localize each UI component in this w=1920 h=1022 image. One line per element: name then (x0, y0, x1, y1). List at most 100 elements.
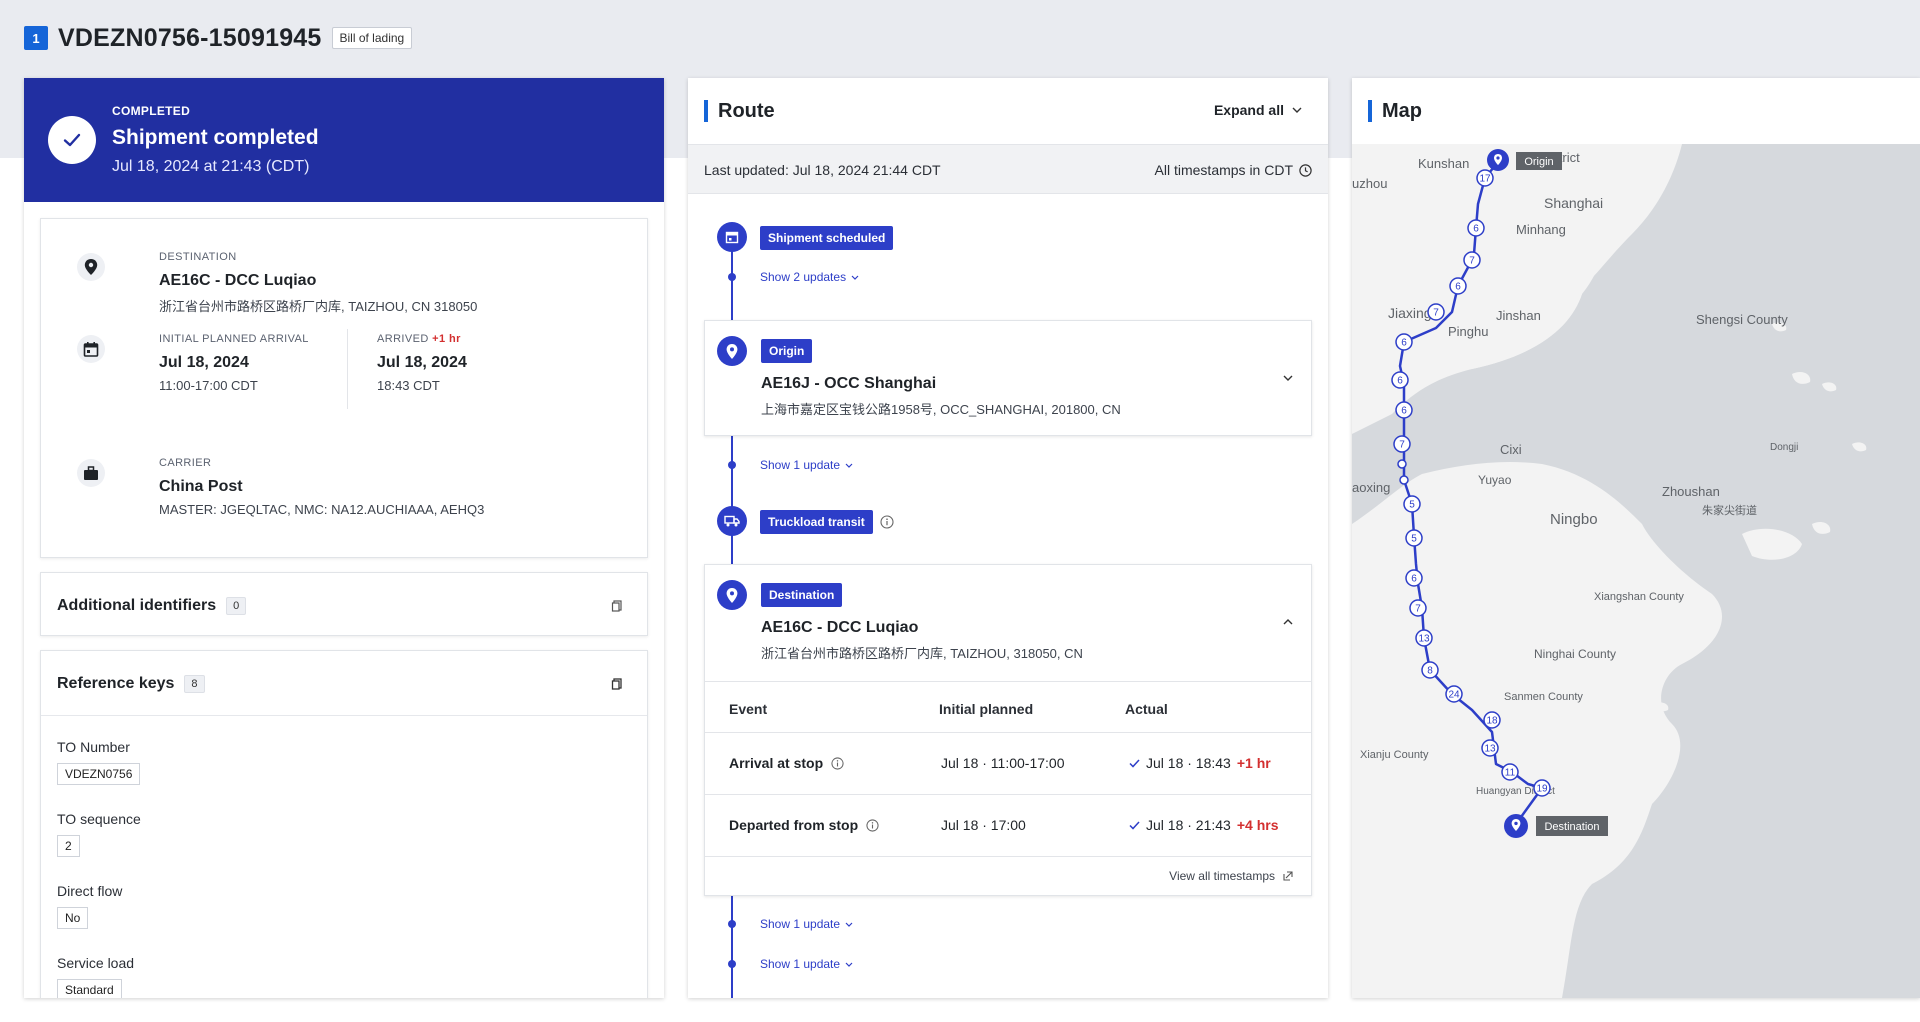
map-panel: Map Kunshan District uzhou (1352, 78, 1920, 998)
planned-arrival-window: 11:00-17:00 CDT (159, 378, 258, 393)
planned-arrival-date: Jul 18, 2024 (159, 354, 249, 371)
chevron-up-icon[interactable] (1283, 619, 1293, 625)
route-marker[interactable]: 5 (1405, 529, 1423, 547)
svg-text:6: 6 (1401, 406, 1407, 417)
info-icon[interactable] (880, 515, 894, 534)
place-label: Ningbo (1550, 511, 1598, 528)
svg-text:18: 18 (1486, 716, 1498, 727)
route-marker[interactable]: 7 (1427, 303, 1445, 321)
place-label: Xiangshan County (1594, 591, 1684, 603)
planned-arrival-label: INITIAL PLANNED ARRIVAL (159, 333, 309, 345)
destination-stop-address: 浙江省台州市路桥区路桥厂内库, TAIZHOU, 318050, CN (761, 646, 1083, 661)
info-icon[interactable] (831, 756, 844, 770)
map-canvas[interactable]: Kunshan District uzhou Shanghai Minhang … (1352, 144, 1920, 998)
shipment-index-badge: 1 (24, 26, 48, 50)
arrived-time: 18:43 CDT (377, 378, 440, 393)
map-title: Map (1368, 100, 1422, 122)
route-marker[interactable]: 6 (1449, 277, 1467, 295)
route-marker[interactable]: 11 (1501, 763, 1519, 781)
external-link-icon (1283, 871, 1293, 881)
place-label: uzhou (1352, 176, 1387, 191)
event-name: Arrival at stop (729, 755, 844, 771)
place-label: Shengsi County (1696, 312, 1788, 327)
reference-key-name: TO Number (57, 739, 130, 755)
route-marker[interactable]: 6 (1395, 401, 1413, 419)
reference-key-item: TO sequence 2 (57, 811, 141, 857)
truck-icon (717, 506, 747, 536)
show-updates-link[interactable]: Show 1 update (760, 957, 853, 971)
shipment-header: 1 VDEZN0756-15091945 Bill of lading (24, 22, 413, 54)
col-actual: Actual (1125, 701, 1168, 717)
reference-keys-count-badge: 8 (184, 675, 205, 693)
copy-icon[interactable] (611, 599, 623, 617)
origin-pin[interactable] (1487, 149, 1509, 171)
route-marker[interactable]: 6 (1395, 333, 1413, 351)
expand-all-button[interactable]: Expand all (1214, 102, 1302, 118)
show-updates-link[interactable]: Show 1 update (760, 458, 853, 472)
route-marker[interactable]: 17 (1476, 169, 1494, 187)
check-circle-icon (48, 116, 96, 164)
place-label: Dongji (1770, 442, 1798, 453)
svg-text:Destination: Destination (1544, 821, 1599, 833)
reference-keys-card: Reference keys 8 TO Number VDEZN0756 TO … (40, 650, 648, 998)
route-marker[interactable]: 7 (1463, 251, 1481, 269)
route-marker[interactable]: 13 (1481, 739, 1499, 757)
svg-text:7: 7 (1469, 256, 1475, 267)
route-marker[interactable]: 13 (1415, 629, 1433, 647)
route-marker[interactable]: 19 (1533, 779, 1551, 797)
view-all-timestamps-link[interactable]: View all timestamps (1169, 869, 1293, 883)
route-title: Route (704, 100, 775, 122)
reference-key-value: 2 (57, 835, 80, 857)
shipment-summary-panel: COMPLETED Shipment completed Jul 18, 202… (24, 78, 664, 998)
reference-key-value: Standard (57, 979, 122, 998)
destination-pin[interactable] (1504, 814, 1528, 838)
arrived-date: Jul 18, 2024 (377, 354, 467, 371)
destination-address: 浙江省台州市路桥区路桥厂内库, TAIZHOU, CN 318050 (159, 299, 478, 314)
event-actual: Jul 18 · 21:43 +4 hrs (1129, 817, 1278, 833)
reference-key-value: No (57, 907, 89, 929)
info-icon[interactable] (866, 818, 879, 832)
route-map[interactable]: Kunshan District uzhou Shanghai Minhang … (1352, 144, 1920, 998)
additional-identifiers-card[interactable]: Additional identifiers 0 (40, 572, 648, 636)
svg-text:11: 11 (1505, 768, 1516, 779)
origin-stop-card[interactable]: Origin AE16J - OCC Shanghai 上海市嘉定区宝钱公路19… (704, 320, 1312, 436)
reference-keys-title: Reference keys 8 (57, 675, 205, 693)
route-marker[interactable]: 24 (1445, 685, 1463, 703)
route-marker[interactable]: 6 (1467, 219, 1485, 237)
route-marker[interactable]: 7 (1393, 435, 1411, 453)
svg-text:13: 13 (1418, 634, 1430, 645)
route-waypoint (1399, 475, 1409, 485)
route-marker[interactable]: 5 (1403, 495, 1421, 513)
expand-all-label: Expand all (1213, 102, 1284, 118)
place-label: Jiaxing (1388, 305, 1432, 321)
status-banner: COMPLETED Shipment completed Jul 18, 202… (24, 78, 664, 202)
show-updates-link[interactable]: Show 2 updates (760, 270, 859, 284)
origin-pill: Origin (761, 339, 813, 363)
place-label: Ninghai County (1534, 647, 1616, 661)
place-label: Zhoushan (1662, 484, 1720, 499)
col-event: Event (729, 701, 768, 717)
reference-key-name: TO sequence (57, 811, 141, 827)
route-marker[interactable]: 18 (1483, 711, 1501, 729)
copy-icon[interactable] (611, 677, 623, 695)
show-updates-link[interactable]: Show 1 update (760, 917, 853, 931)
destination-pill: Destination (761, 583, 843, 607)
shipment-id-title: VDEZN0756-15091945 (58, 23, 322, 52)
arrived-label: ARRIVED +1 hr (377, 333, 461, 345)
column-divider (347, 329, 348, 409)
route-marker[interactable]: 8 (1421, 661, 1439, 679)
chevron-down-icon (851, 275, 859, 280)
timeline-dot (728, 960, 736, 968)
calendar-icon (77, 335, 105, 363)
route-marker[interactable]: 6 (1405, 569, 1423, 587)
route-marker[interactable]: 7 (1409, 599, 1427, 617)
svg-text:24: 24 (1448, 690, 1460, 701)
place-label: Yuyao (1478, 473, 1512, 487)
chevron-down-icon (845, 922, 853, 927)
checkmark-icon (1129, 820, 1140, 830)
identifiers-count-badge: 0 (226, 597, 247, 615)
svg-text:7: 7 (1399, 440, 1405, 451)
status-time: Jul 18, 2024 at 21:43 (CDT) (112, 158, 310, 175)
carrier-name: China Post (159, 478, 243, 495)
route-marker[interactable]: 6 (1391, 371, 1409, 389)
